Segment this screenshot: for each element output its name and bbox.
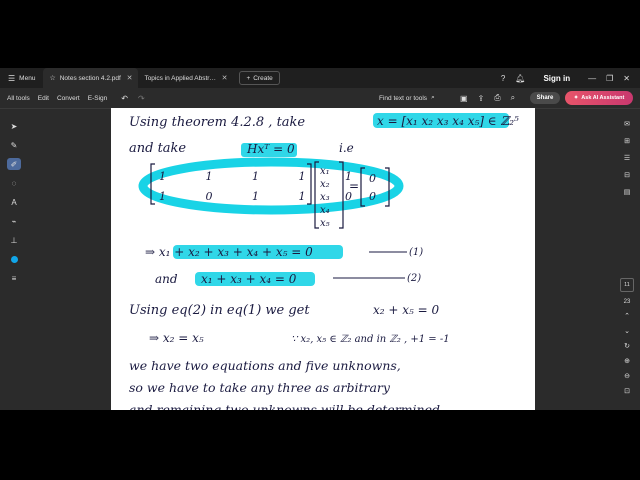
chat-icon[interactable]: ☰ bbox=[624, 154, 630, 162]
share-button[interactable]: Share bbox=[530, 92, 560, 104]
edit-button[interactable]: Edit bbox=[38, 95, 49, 102]
ask-ai-label: Ask AI Assistant bbox=[581, 95, 625, 101]
text-x-vector: x = [x₁ x₂ x₃ x₄ x₅] ∈ ℤ₂⁵ bbox=[377, 114, 519, 128]
pen-tool-icon[interactable]: ✐ bbox=[7, 158, 21, 170]
video-letterbox-bottom bbox=[0, 410, 640, 480]
menu-label: Menu bbox=[19, 74, 36, 82]
text-take-three: so we have to take any three as arbitrar… bbox=[129, 380, 391, 395]
hamburger-icon: ☰ bbox=[8, 73, 16, 83]
pdf-viewer-window: ☰ Menu ☆ Notes section 4.2.pdf ✕ Topics … bbox=[0, 68, 640, 410]
matrix-row-1: 1 1 1 1 1 bbox=[159, 170, 370, 183]
equation-2: x₁ + x₃ + x₄ = 0 bbox=[201, 272, 297, 286]
fit-page-icon[interactable]: ⊡ bbox=[624, 387, 630, 395]
find-tools[interactable]: Find text or tools ⌕ bbox=[379, 88, 435, 108]
tab-bar: ☰ Menu ☆ Notes section 4.2.pdf ✕ Topics … bbox=[0, 68, 640, 88]
zoom-out-icon[interactable]: ⊖ bbox=[624, 372, 630, 380]
vector-entry: x₂ bbox=[320, 179, 330, 190]
right-side-panel: ✉ ⊞ ☰ ⊟ ▤ bbox=[620, 120, 634, 196]
annotation-tool-rail: ➤ ✎ ✐ ◌ A ⌁ ⊥ ≡ bbox=[6, 120, 22, 284]
video-letterbox-top bbox=[0, 0, 640, 68]
equals-sign: = bbox=[349, 179, 359, 193]
toolbar-icons: ▣ ⇪ ⎙ ⌕ bbox=[460, 88, 515, 108]
redo-icon[interactable]: ↷ bbox=[138, 94, 145, 103]
text-because-z2: ∵ x₂, x₅ ∈ ℤ₂ and in ℤ₂ , +1 = -1 bbox=[291, 334, 450, 345]
vector-entry: x₁ bbox=[320, 166, 330, 177]
undo-icon[interactable]: ↶ bbox=[121, 94, 128, 103]
page-up-icon[interactable]: ⌃ bbox=[624, 312, 630, 320]
tab-notes-section[interactable]: ☆ Notes section 4.2.pdf ✕ bbox=[43, 68, 139, 88]
tab-topics-algebra[interactable]: Topics in Applied Abstract Algebr... ✕ bbox=[138, 68, 233, 88]
more-tools-icon[interactable]: ≡ bbox=[7, 272, 21, 284]
handwritten-notes: Using theorem 4.2.8 , take x = [x₁ x₂ x₃… bbox=[129, 113, 519, 410]
pin-tool-icon[interactable]: ⊥ bbox=[7, 234, 21, 246]
equation-1-tag: (1) bbox=[409, 247, 423, 258]
text-two-equations: we have two equations and five unknowns, bbox=[129, 358, 401, 373]
select-tool-icon[interactable]: ➤ bbox=[7, 120, 21, 132]
maximize-icon[interactable]: ❐ bbox=[606, 74, 613, 83]
equation-1: ⇒ x₁ + x₂ + x₃ + x₄ + x₅ = 0 bbox=[145, 245, 313, 259]
upload-icon[interactable]: ⇪ bbox=[478, 94, 485, 103]
zero-entry: 0 bbox=[369, 172, 376, 185]
plus-icon: + bbox=[246, 74, 251, 82]
text-x2-plus-x5: x₂ + x₅ = 0 bbox=[373, 303, 440, 317]
highlight-tool-icon[interactable]: ⌁ bbox=[7, 215, 21, 227]
refresh-icon[interactable]: ↻ bbox=[624, 342, 630, 350]
text-hxt-equation: Hxᵀ = 0 bbox=[246, 142, 295, 156]
esign-button[interactable]: E-Sign bbox=[88, 95, 108, 102]
text-using-eq: Using eq(2) in eq(1) we get bbox=[129, 303, 310, 318]
page-navigation: 11 23 ⌃ ⌄ ↻ ⊕ ⊖ ⊡ bbox=[620, 278, 634, 395]
ask-ai-button[interactable]: ✦ Ask AI Assistant bbox=[565, 91, 633, 105]
help-icon[interactable]: ? bbox=[501, 74, 505, 83]
zero-entry: 0 bbox=[369, 190, 376, 203]
sign-in-button[interactable]: Sign in bbox=[543, 74, 570, 83]
page-down-icon[interactable]: ⌄ bbox=[624, 327, 630, 335]
comment-panel-icon[interactable]: ✉ bbox=[624, 120, 630, 128]
text-and-take: and take bbox=[129, 141, 186, 156]
sparkle-icon: ✦ bbox=[573, 95, 579, 101]
star-icon: ☆ bbox=[49, 75, 56, 82]
text-and: and bbox=[155, 272, 178, 286]
convert-button[interactable]: Convert bbox=[57, 95, 80, 102]
tab-label: Topics in Applied Abstract Algebr... bbox=[144, 74, 218, 82]
matrix-row-2: 1 0 1 1 0 bbox=[159, 190, 370, 203]
text-remaining-two: and remaining two unknowns will be deter… bbox=[129, 402, 440, 410]
page-number: 23 bbox=[623, 299, 631, 305]
vector-entry: x₅ bbox=[320, 218, 330, 229]
close-tab-icon[interactable]: ✕ bbox=[222, 74, 228, 82]
menu-button[interactable]: ☰ Menu bbox=[0, 68, 43, 88]
window-controls: ? 🔔︎ Sign in — ❐ ✕ bbox=[501, 68, 640, 88]
equation-2-tag: (2) bbox=[407, 273, 421, 284]
search-icon: ⌕ bbox=[431, 94, 435, 101]
all-tools-button[interactable]: All tools bbox=[7, 95, 30, 102]
vector-entry: x₃ bbox=[320, 192, 330, 203]
lasso-tool-icon[interactable]: ◌ bbox=[7, 177, 21, 189]
comment-tool-icon[interactable]: ✎ bbox=[7, 139, 21, 151]
text-using-theorem: Using theorem 4.2.8 , take bbox=[129, 115, 305, 130]
text-x2-equals-x5: ⇒ x₂ = x₅ bbox=[149, 331, 204, 345]
close-window-icon[interactable]: ✕ bbox=[623, 74, 630, 83]
thumbnails-icon[interactable]: ▤ bbox=[624, 188, 631, 196]
pdf-page: Using theorem 4.2.8 , take x = [x₁ x₂ x₃… bbox=[111, 108, 535, 410]
zoom-in-icon[interactable]: ⊕ bbox=[624, 357, 630, 365]
save-icon[interactable]: ▣ bbox=[460, 94, 468, 103]
color-dot-icon bbox=[10, 255, 18, 263]
minimize-icon[interactable]: — bbox=[588, 74, 596, 83]
create-label: Create bbox=[253, 74, 273, 82]
print-icon[interactable]: ⎙ bbox=[494, 93, 500, 103]
vector-entry: x₄ bbox=[320, 205, 330, 216]
page-box[interactable]: 11 bbox=[620, 278, 634, 292]
find-label: Find text or tools bbox=[379, 94, 428, 102]
bookmark-icon[interactable]: ⊞ bbox=[624, 137, 630, 145]
notifications-icon[interactable]: 🔔︎ bbox=[515, 74, 525, 83]
text-tool-icon[interactable]: A bbox=[7, 196, 21, 208]
close-tab-icon[interactable]: ✕ bbox=[127, 74, 133, 82]
text-ie: i.e bbox=[339, 141, 354, 155]
tab-label: Notes section 4.2.pdf bbox=[59, 74, 121, 82]
search-document-icon[interactable]: ⌕ bbox=[511, 93, 515, 103]
attachment-icon[interactable]: ⊟ bbox=[624, 171, 630, 179]
create-button[interactable]: + Create bbox=[239, 71, 280, 85]
main-toolbar: All tools Edit Convert E-Sign ↶ ↷ Find t… bbox=[0, 88, 640, 109]
color-picker[interactable] bbox=[7, 253, 21, 265]
